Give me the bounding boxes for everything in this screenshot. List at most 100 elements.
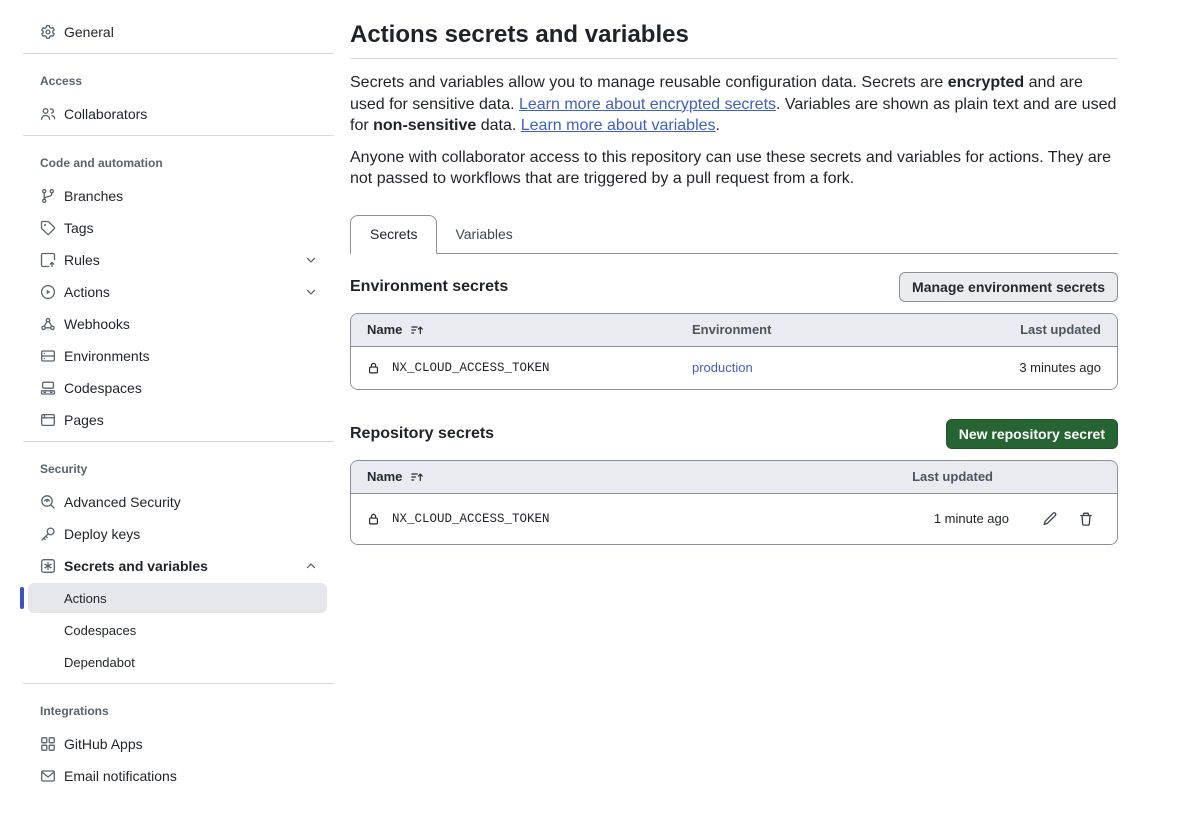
server-icon: [40, 348, 56, 364]
table-header-row: Name Environment Last updated: [351, 314, 1117, 347]
intro-bold-encrypted: encrypted: [948, 74, 1024, 91]
repository-secrets-heading: Repository secrets: [350, 425, 494, 443]
tab-variables[interactable]: Variables: [437, 215, 530, 253]
sidebar-subitem-codespaces[interactable]: Codespaces: [0, 614, 334, 646]
codespaces-icon: [40, 380, 56, 396]
column-header-environment: Environment: [676, 322, 901, 337]
divider: [23, 135, 334, 136]
intro-text: Secrets and variables allow you to manag…: [350, 74, 948, 91]
play-icon: [40, 284, 56, 300]
sidebar-item-deploy-keys[interactable]: Deploy keys: [0, 518, 334, 550]
table-row: NX_CLOUD_ACCESS_TOKEN 1 minute ago: [351, 494, 1117, 544]
lock-icon: [367, 512, 380, 526]
people-icon: [40, 106, 56, 122]
secret-name-cell: NX_CLOUD_ACCESS_TOKEN: [351, 512, 799, 526]
title-divider: [350, 58, 1118, 59]
tab-secrets[interactable]: Secrets: [350, 215, 437, 254]
sidebar-item-general[interactable]: General: [0, 16, 334, 48]
sidebar-subitem-label: Dependabot: [64, 655, 135, 670]
repository-secrets-header: Repository secrets New repository secret: [350, 419, 1118, 449]
secret-name: NX_CLOUD_ACCESS_TOKEN: [392, 361, 550, 375]
page-title: Actions secrets and variables: [350, 21, 1118, 49]
sidebar-item-secrets-and-variables[interactable]: Secrets and variables: [0, 550, 334, 582]
sidebar-item-label: General: [64, 24, 114, 40]
sidebar-section-integrations: Integrations: [0, 704, 334, 718]
sidebar-item-label: Secrets and variables: [64, 558, 208, 574]
sidebar-item-email-notifications[interactable]: Email notifications: [0, 760, 334, 792]
sidebar-item-branches[interactable]: Branches: [0, 180, 334, 212]
column-label: Name: [367, 322, 402, 337]
delete-secret-button[interactable]: [1078, 511, 1094, 527]
sidebar-subitem-dependabot[interactable]: Dependabot: [0, 646, 334, 678]
intro-paragraph: Secrets and variables allow you to manag…: [350, 72, 1118, 137]
sidebar-item-actions[interactable]: Actions: [0, 276, 334, 308]
manage-environment-secrets-button[interactable]: Manage environment secrets: [899, 272, 1118, 302]
column-label: Name: [367, 469, 402, 484]
sidebar-item-label: Webhooks: [64, 316, 130, 332]
sidebar-item-pages[interactable]: Pages: [0, 404, 334, 436]
asterisk-box-icon: [40, 558, 56, 574]
sidebar-item-environments[interactable]: Environments: [0, 340, 334, 372]
sidebar-item-label: Pages: [64, 412, 104, 428]
apps-grid-icon: [40, 736, 56, 752]
sidebar-item-advanced-security[interactable]: Advanced Security: [0, 486, 334, 518]
intro-bold-non-sensitive: non-sensitive: [373, 117, 476, 134]
row-actions: [1009, 511, 1117, 527]
sidebar-item-label: Rules: [64, 252, 100, 268]
intro-text: data.: [476, 117, 520, 134]
link-variables[interactable]: Learn more about variables: [521, 117, 716, 134]
column-header-name[interactable]: Name: [351, 469, 799, 484]
new-repository-secret-button[interactable]: New repository secret: [946, 419, 1118, 449]
sidebar-subitem-label: Codespaces: [64, 623, 136, 638]
environment-secrets-table: Name Environment Last updated: [350, 313, 1118, 390]
sidebar-item-rules[interactable]: Rules: [0, 244, 334, 276]
lock-icon: [367, 361, 380, 375]
table-row: NX_CLOUD_ACCESS_TOKEN production 3 minut…: [351, 347, 1117, 389]
sidebar-item-label: Deploy keys: [64, 526, 140, 542]
sidebar-item-label: Environments: [64, 348, 150, 364]
codescan-icon: [40, 494, 56, 510]
divider: [23, 53, 334, 54]
last-updated-cell: 3 minutes ago: [901, 360, 1117, 375]
rules-icon: [40, 252, 56, 268]
webhook-icon: [40, 316, 56, 332]
intro-text: .: [716, 117, 720, 134]
sidebar-item-label: Branches: [64, 188, 123, 204]
sidebar-section-code-automation: Code and automation: [0, 156, 334, 170]
sidebar-section-access: Access: [0, 74, 334, 88]
mail-icon: [40, 768, 56, 784]
repository-secrets-table: Name Last updated NX_CL: [350, 460, 1118, 545]
trash-icon: [1078, 511, 1094, 527]
active-indicator: [20, 587, 24, 609]
column-header-name[interactable]: Name: [351, 322, 676, 337]
sidebar-section-security: Security: [0, 462, 334, 476]
sidebar-item-github-apps[interactable]: GitHub Apps: [0, 728, 334, 760]
environment-cell: production: [676, 360, 901, 375]
chevron-up-icon: [304, 559, 318, 573]
sidebar-item-label: Tags: [64, 220, 94, 236]
sidebar-item-webhooks[interactable]: Webhooks: [0, 308, 334, 340]
link-encrypted-secrets[interactable]: Learn more about encrypted secrets: [519, 96, 776, 113]
git-branch-icon: [40, 188, 56, 204]
browser-icon: [40, 412, 56, 428]
sidebar-subitem-actions[interactable]: Actions: [28, 583, 327, 613]
secrets-variables-tabnav: Secrets Variables: [350, 214, 1118, 254]
pencil-icon: [1042, 511, 1058, 527]
sidebar-item-collaborators[interactable]: Collaborators: [0, 98, 334, 130]
table-header-row: Name Last updated: [351, 461, 1117, 494]
sidebar-item-codespaces[interactable]: Codespaces: [0, 372, 334, 404]
sidebar-item-tags[interactable]: Tags: [0, 212, 334, 244]
collaborator-access-paragraph: Anyone with collaborator access to this …: [350, 147, 1118, 190]
column-header-last-updated: Last updated: [799, 469, 1009, 484]
column-header-last-updated: Last updated: [901, 322, 1117, 337]
environment-link[interactable]: production: [692, 360, 753, 375]
environment-secrets-header: Environment secrets Manage environment s…: [350, 272, 1118, 302]
secret-name-cell: NX_CLOUD_ACCESS_TOKEN: [351, 361, 676, 375]
last-updated-cell: 1 minute ago: [799, 511, 1009, 526]
chevron-down-icon: [304, 253, 318, 267]
sort-ascending-icon: [410, 323, 424, 337]
edit-secret-button[interactable]: [1042, 511, 1058, 527]
sidebar-subitem-label: Actions: [64, 591, 107, 606]
sort-ascending-icon: [410, 470, 424, 484]
settings-main-content: Actions secrets and variables Secrets an…: [350, 0, 1118, 545]
